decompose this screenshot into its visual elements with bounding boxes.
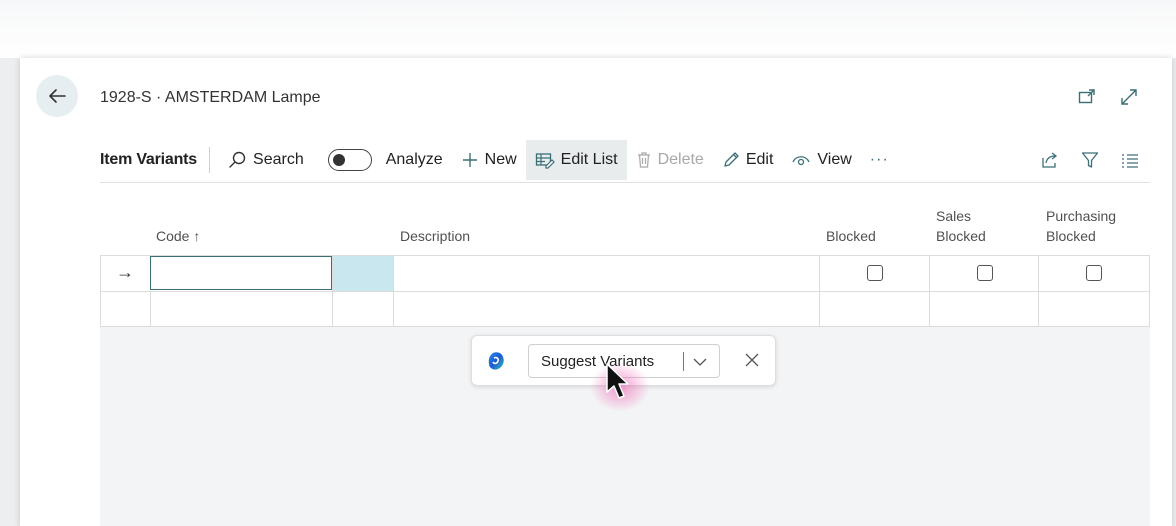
description-cell[interactable]: [393, 256, 820, 291]
open-new-window-button[interactable]: [1076, 86, 1098, 108]
split-divider: [683, 352, 684, 371]
purchasing-blocked-cell: [1038, 256, 1150, 291]
delete-label: Delete: [657, 151, 704, 168]
search-icon: [229, 151, 246, 168]
right-action-icons: [1030, 140, 1150, 180]
analyze-label: Analyze: [385, 151, 443, 168]
blank-cell[interactable]: [332, 292, 394, 327]
arrow-left-icon: [49, 89, 66, 103]
action-bar-divider: [100, 182, 1150, 183]
search-button[interactable]: Search: [218, 140, 313, 180]
view-label: View: [817, 151, 852, 168]
column-header-blocked[interactable]: Blocked: [826, 226, 876, 246]
edit-list-icon: [535, 153, 555, 169]
filter-button[interactable]: [1070, 140, 1110, 180]
column-header-purchasing-line1: Purchasing: [1046, 208, 1117, 224]
column-header-code[interactable]: Code ↑: [156, 226, 200, 246]
list-view-button[interactable]: [1110, 140, 1150, 180]
open-in-new-window-icon: [1078, 89, 1095, 104]
mouse-cursor-icon: [606, 363, 629, 399]
expand-icon: [1121, 89, 1137, 105]
analyze-toggle[interactable]: Analyze: [319, 140, 452, 180]
close-button[interactable]: [744, 352, 760, 373]
edit-button[interactable]: Edit: [713, 140, 783, 180]
list-icon: [1122, 154, 1138, 168]
filter-icon: [1081, 152, 1099, 168]
sales-blocked-checkbox[interactable]: [977, 265, 993, 281]
trash-icon: [637, 152, 650, 168]
code-cell[interactable]: [150, 292, 332, 327]
more-options-button[interactable]: ···: [861, 140, 898, 180]
suggest-variants-label: Suggest Variants: [541, 352, 655, 370]
delete-button[interactable]: Delete: [627, 140, 713, 180]
close-icon: [745, 353, 759, 367]
column-header-sales-line2: Blocked: [936, 228, 986, 244]
view-button[interactable]: View: [782, 140, 860, 180]
share-icon: [1042, 152, 1058, 168]
eye-icon: [792, 156, 811, 166]
back-button[interactable]: [36, 75, 78, 117]
code-input[interactable]: [150, 256, 332, 290]
edit-label: Edit: [745, 151, 774, 168]
share-button[interactable]: [1030, 140, 1070, 180]
column-header-purchasing-line2: Blocked: [1046, 228, 1096, 244]
table-row[interactable]: →: [100, 255, 1150, 291]
table-row[interactable]: [100, 291, 1150, 327]
grid-left-edge: [100, 255, 101, 326]
blocked-checkbox[interactable]: [867, 265, 883, 281]
pencil-icon: [724, 152, 739, 167]
divider: [209, 147, 211, 173]
blocked-cell[interactable]: [819, 292, 930, 327]
chevron-down-icon[interactable]: [692, 356, 708, 368]
toggle-switch-icon: [327, 149, 372, 171]
column-header-sales-line1: Sales: [936, 208, 972, 224]
page-title: 1928-S · AMSTERDAM Lampe: [100, 89, 321, 106]
description-cell[interactable]: [393, 292, 820, 327]
sales-blocked-cell[interactable]: [929, 292, 1039, 327]
selected-cell[interactable]: [332, 256, 394, 291]
copilot-icon: [485, 350, 507, 377]
row-marker-arrow-icon: →: [116, 262, 134, 282]
column-header-purchasing-blocked[interactable]: Purchasing Blocked: [1046, 206, 1116, 246]
plus-icon: [462, 153, 477, 167]
search-label: Search: [253, 151, 304, 168]
expand-button[interactable]: [1118, 86, 1140, 108]
edit-list-button[interactable]: Edit List: [525, 140, 627, 180]
column-header-description[interactable]: Description: [400, 226, 470, 246]
new-label: New: [484, 151, 517, 168]
new-button[interactable]: New: [452, 140, 526, 180]
grid-right-edge: [1149, 255, 1150, 326]
column-header-sales-blocked[interactable]: Sales Blocked: [936, 206, 986, 246]
page-caption: Item Variants: [100, 151, 198, 168]
blocked-cell: [819, 256, 930, 291]
more-icon: ···: [869, 151, 889, 168]
action-bar: Item Variants Search Analyze New Edit Li…: [100, 140, 1150, 180]
sales-blocked-cell: [929, 256, 1039, 291]
purchasing-blocked-cell[interactable]: [1038, 292, 1150, 327]
window-top-band: [0, 0, 1176, 58]
purchasing-blocked-checkbox[interactable]: [1086, 265, 1102, 281]
edit-list-label: Edit List: [560, 151, 618, 168]
